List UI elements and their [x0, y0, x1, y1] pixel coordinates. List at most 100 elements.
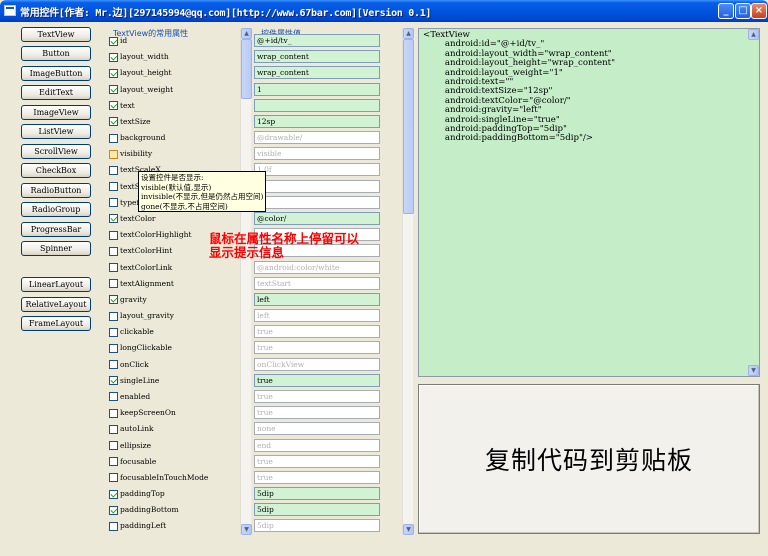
- property-checkbox[interactable]: [109, 376, 118, 386]
- property-checkbox[interactable]: [109, 408, 118, 418]
- property-checkbox[interactable]: [109, 327, 118, 337]
- scroll-down-icon[interactable]: ▼: [403, 524, 414, 535]
- code-output[interactable]: <TextView android:id="@+id/tv_" android:…: [418, 28, 760, 377]
- property-value-field[interactable]: wrap_content: [254, 50, 380, 64]
- close-button[interactable]: ×: [751, 3, 767, 19]
- property-value-field[interactable]: true: [254, 389, 380, 403]
- scroll-up-icon[interactable]: ▲: [403, 28, 414, 39]
- property-name: textColor: [120, 213, 156, 223]
- property-checkbox[interactable]: [109, 441, 118, 450]
- minimize-button[interactable]: _: [718, 3, 734, 19]
- property-checkbox[interactable]: [109, 263, 118, 273]
- property-checkbox[interactable]: [109, 52, 118, 62]
- property-checkbox[interactable]: [109, 311, 118, 321]
- properties-scrollbar[interactable]: ▲ ▼: [240, 28, 252, 535]
- property-value-field[interactable]: 12sp: [254, 114, 380, 128]
- property-checkbox[interactable]: [109, 165, 118, 175]
- property-name: textColorHighlight: [120, 230, 192, 240]
- property-value-field[interactable]: @color/: [254, 211, 380, 225]
- property-value-field[interactable]: true: [254, 341, 380, 355]
- property-name: autoLink: [120, 424, 154, 434]
- property-value-field[interactable]: wrap_content: [254, 66, 380, 80]
- property-value-field[interactable]: true: [254, 373, 380, 387]
- values-scrollbar[interactable]: ▲ ▼: [402, 28, 414, 535]
- property-checkbox[interactable]: [109, 117, 118, 127]
- property-value-field[interactable]: @drawable/: [254, 131, 380, 145]
- widget-button-edittext[interactable]: EditText: [21, 85, 91, 100]
- widget-button-radiogroup[interactable]: RadioGroup: [21, 202, 91, 217]
- widget-button-scrollview[interactable]: ScrollView: [21, 144, 91, 159]
- layout-button-relativelayout[interactable]: RelativeLayout: [21, 297, 91, 312]
- property-checkbox[interactable]: [109, 473, 118, 483]
- scroll-thumb[interactable]: [403, 39, 414, 214]
- scroll-up-icon[interactable]: ▲: [748, 29, 759, 40]
- scroll-up-icon[interactable]: ▲: [241, 28, 252, 39]
- property-name: text: [120, 100, 135, 110]
- property-name: textColorLink: [120, 262, 173, 272]
- scroll-down-icon[interactable]: ▼: [241, 524, 252, 535]
- code-scrollbar[interactable]: ▲ ▼: [748, 29, 759, 376]
- property-checkbox[interactable]: [109, 360, 118, 370]
- property-value-field[interactable]: @android:color/white: [254, 260, 380, 274]
- property-checkbox[interactable]: [109, 279, 118, 289]
- property-value-field[interactable]: [254, 179, 380, 193]
- property-checkbox[interactable]: [109, 392, 118, 402]
- property-value-field[interactable]: 5dip: [254, 503, 380, 517]
- property-checkbox[interactable]: [109, 214, 118, 224]
- property-checkbox[interactable]: [109, 198, 118, 208]
- property-checkbox[interactable]: [109, 521, 118, 531]
- property-value-field[interactable]: none: [254, 422, 380, 436]
- property-value-field[interactable]: [254, 195, 380, 209]
- property-value-field[interactable]: 5dip: [254, 487, 380, 501]
- widget-button-textview[interactable]: TextView: [21, 27, 91, 42]
- scroll-down-icon[interactable]: ▼: [748, 365, 759, 376]
- property-value-field[interactable]: end: [254, 438, 380, 452]
- layout-button-linearlayout[interactable]: LinearLayout: [21, 277, 91, 292]
- property-value-field[interactable]: left: [254, 292, 380, 306]
- property-value-field[interactable]: visible: [254, 147, 380, 161]
- widget-button-spinner[interactable]: Spinner: [21, 241, 91, 256]
- property-checkbox[interactable]: [109, 295, 118, 305]
- widget-button-progressbar[interactable]: ProgressBar: [21, 222, 91, 237]
- title-bar[interactable]: 常用控件[作者: Mr.边][297145994@qq.com][http://…: [0, 0, 768, 22]
- property-value-field[interactable]: textStart: [254, 276, 380, 290]
- property-checkbox[interactable]: [109, 85, 118, 95]
- widget-button-checkbox[interactable]: CheckBox: [21, 163, 91, 178]
- visibility-tooltip: 设置控件是否显示: visible(默认值,显示) invisible(不显示,…: [138, 171, 266, 212]
- widget-button-imagebutton[interactable]: ImageButton: [21, 66, 91, 81]
- property-checkbox[interactable]: [109, 68, 118, 78]
- copy-to-clipboard-button[interactable]: 复制代码到剪贴板: [418, 384, 760, 534]
- property-checkbox[interactable]: [109, 505, 118, 515]
- property-checkbox[interactable]: [109, 457, 118, 467]
- property-checkbox[interactable]: [109, 149, 118, 159]
- widget-button-imageview[interactable]: ImageView: [21, 105, 91, 120]
- property-checkbox[interactable]: [109, 230, 118, 240]
- scroll-thumb[interactable]: [241, 39, 252, 99]
- property-value-field[interactable]: 1: [254, 82, 380, 96]
- widget-button-button[interactable]: Button: [21, 46, 91, 61]
- property-value-field[interactable]: 1.0f: [254, 163, 380, 177]
- property-checkbox[interactable]: [109, 101, 118, 111]
- property-checkbox[interactable]: [109, 424, 118, 434]
- property-value-field[interactable]: true: [254, 325, 380, 339]
- property-checkbox[interactable]: [109, 246, 118, 256]
- property-checkbox[interactable]: [109, 343, 118, 353]
- property-checkbox[interactable]: [109, 133, 118, 143]
- maximize-button[interactable]: □: [735, 3, 751, 19]
- layout-button-framelayout[interactable]: FrameLayout: [21, 316, 91, 331]
- property-value-field[interactable]: 5dip: [254, 519, 380, 533]
- property-checkbox[interactable]: [109, 489, 118, 499]
- property-checkbox[interactable]: [109, 36, 118, 46]
- property-checkbox[interactable]: [109, 182, 118, 192]
- property-value-field[interactable]: @+id/tv_: [254, 34, 380, 47]
- property-value-field[interactable]: left: [254, 309, 380, 323]
- property-value-field[interactable]: onClickView: [254, 357, 380, 371]
- property-value-field[interactable]: true: [254, 470, 380, 484]
- property-name: id: [120, 36, 128, 45]
- property-name: textAlignment: [120, 278, 174, 288]
- widget-button-listview[interactable]: ListView: [21, 124, 91, 139]
- widget-button-radiobutton[interactable]: RadioButton: [21, 183, 91, 198]
- property-value-field[interactable]: true: [254, 454, 380, 468]
- property-value-field[interactable]: true: [254, 406, 380, 420]
- property-value-field[interactable]: [254, 98, 380, 112]
